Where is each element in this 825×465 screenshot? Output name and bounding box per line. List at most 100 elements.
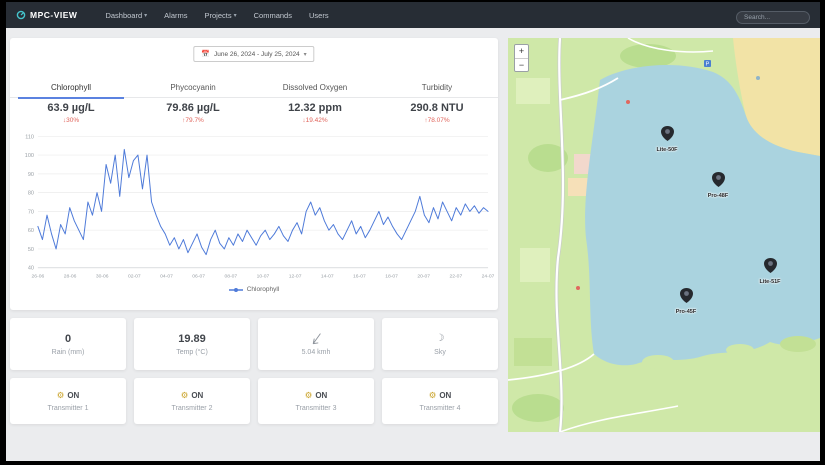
tab-chlorophyll[interactable]: Chlorophyll xyxy=(10,78,132,98)
svg-text:22-07: 22-07 xyxy=(450,274,463,280)
metric-values: 63.9 µg/L ↓30% 79.86 µg/L ↑79.7% 12.32 p… xyxy=(10,102,498,124)
buoy-marker-pro-48f[interactable]: Pro-48F xyxy=(696,172,740,199)
transmitter-1-card: ⚙ ON Transmitter 1 xyxy=(10,378,126,424)
svg-text:P: P xyxy=(706,62,710,68)
svg-text:20-07: 20-07 xyxy=(417,274,430,280)
buoy-marker-pro-45f[interactable]: Pro-45F xyxy=(664,288,708,315)
svg-text:14-07: 14-07 xyxy=(321,274,334,280)
transmitter-status-text: ON xyxy=(315,391,327,400)
gear-icon: ⚙ xyxy=(57,390,65,401)
zoom-out-button[interactable]: − xyxy=(515,58,528,71)
svg-text:06-07: 06-07 xyxy=(192,274,205,280)
chevron-down-icon: ▾ xyxy=(144,12,147,19)
buoy-marker-lite-51f[interactable]: Lite-51F xyxy=(748,258,792,285)
buoy-icon xyxy=(680,288,693,303)
svg-text:02-07: 02-07 xyxy=(128,274,141,280)
svg-text:70: 70 xyxy=(28,209,34,215)
nav-item-dashboard[interactable]: Dashboard ▾ xyxy=(105,11,147,20)
transmitter-3-card: ⚙ ON Transmitter 3 xyxy=(258,378,374,424)
nav-item-commands[interactable]: Commands xyxy=(254,11,292,20)
svg-text:90: 90 xyxy=(28,172,34,178)
svg-text:10-07: 10-07 xyxy=(257,274,270,280)
metric-delta: ↓19.42% xyxy=(254,117,376,124)
map-panel[interactable]: P + − Lite-50F Pro-48F xyxy=(508,38,820,432)
metric-value: 290.8 NTU xyxy=(376,102,498,114)
transmitter-status-text: ON xyxy=(191,391,203,400)
wind-arrow-icon xyxy=(310,332,323,345)
nav-item-projects[interactable]: Projects ▾ xyxy=(205,11,237,20)
date-range-picker[interactable]: 📅 June 26, 2024 - July 25, 2024 ▾ xyxy=(193,46,314,62)
buoy-icon xyxy=(661,126,674,141)
buoy-marker-lite-50f[interactable]: Lite-50F xyxy=(645,126,689,153)
metric-tabs: Chlorophyll Phycocyanin Dissolved Oxygen… xyxy=(10,78,498,98)
nav-item-label: Dashboard xyxy=(105,11,142,20)
transmitter-status-text: ON xyxy=(67,391,79,400)
svg-text:110: 110 xyxy=(25,134,34,140)
metric-delta: ↑78.07% xyxy=(376,117,498,124)
transmitter-label: Transmitter 4 xyxy=(420,405,461,412)
tab-dissolved-oxygen[interactable]: Dissolved Oxygen xyxy=(254,78,376,98)
map-zoom-control: + − xyxy=(514,44,529,72)
sky-card: ☽ Sky xyxy=(382,318,498,370)
buoy-label: Lite-50F xyxy=(645,147,689,153)
transmitter-cards: ⚙ ON Transmitter 1 ⚙ ON Transmitter 2 ⚙ … xyxy=(10,378,498,424)
svg-text:80: 80 xyxy=(28,191,34,197)
gear-icon: ⚙ xyxy=(429,390,437,401)
buoy-icon xyxy=(764,258,777,273)
sky-label: Sky xyxy=(434,349,446,356)
rain-value: 0 xyxy=(65,333,71,345)
transmitter-label: Transmitter 2 xyxy=(172,405,213,412)
metric-value: 79.86 µg/L xyxy=(132,102,254,114)
wind-card: 5.04 kmh xyxy=(258,318,374,370)
transmitter-2-card: ⚙ ON Transmitter 2 xyxy=(134,378,250,424)
zoom-in-button[interactable]: + xyxy=(515,45,528,58)
svg-text:16-07: 16-07 xyxy=(353,274,366,280)
svg-text:26-06: 26-06 xyxy=(32,274,45,280)
temp-label: Temp (°C) xyxy=(176,349,208,356)
top-navbar: MPC-VIEW Dashboard ▾ Alarms Projects ▾ C… xyxy=(6,2,820,28)
chevron-down-icon: ▾ xyxy=(304,51,307,58)
gear-icon: ⚙ xyxy=(181,390,189,401)
svg-text:50: 50 xyxy=(28,247,34,253)
search-box xyxy=(736,6,810,24)
legend-label: Chlorophyll xyxy=(247,286,280,293)
metric-value: 63.9 µg/L xyxy=(10,102,132,114)
svg-text:60: 60 xyxy=(28,228,34,234)
date-range-label: June 26, 2024 - July 25, 2024 xyxy=(214,51,300,58)
transmitter-label: Transmitter 3 xyxy=(296,405,337,412)
brand[interactable]: MPC-VIEW xyxy=(16,10,77,20)
svg-text:28-06: 28-06 xyxy=(64,274,77,280)
wind-label: 5.04 kmh xyxy=(302,349,331,356)
metric-delta: ↑79.7% xyxy=(132,117,254,124)
nav-item-users[interactable]: Users xyxy=(309,11,329,20)
nav-item-alarms[interactable]: Alarms xyxy=(164,11,187,20)
app-window: MPC-VIEW Dashboard ▾ Alarms Projects ▾ C… xyxy=(6,2,820,461)
tab-phycocyanin[interactable]: Phycocyanin xyxy=(132,78,254,98)
chart-legend-chlorophyll[interactable]: Chlorophyll xyxy=(10,286,498,293)
svg-text:40: 40 xyxy=(28,266,34,272)
rain-label: Rain (mm) xyxy=(52,349,85,356)
nav-item-label: Alarms xyxy=(164,11,187,20)
calendar-icon: 📅 xyxy=(201,50,210,58)
chart-canvas: 40 50 60 70 80 90 100 110 26-06 28-06 30-06 02-07 04… xyxy=(14,130,494,282)
chevron-down-icon: ▾ xyxy=(234,12,237,19)
svg-text:30-06: 30-06 xyxy=(96,274,109,280)
time-series-chart: 40 50 60 70 80 90 100 110 26-06 28-06 30-06 02-07 04… xyxy=(14,130,494,282)
temp-value: 19.89 xyxy=(178,333,206,345)
temp-card: 19.89 Temp (°C) xyxy=(134,318,250,370)
brand-logo-icon xyxy=(16,10,26,20)
legend-line-icon xyxy=(229,287,243,293)
metric-turbidity: 290.8 NTU ↑78.07% xyxy=(376,102,498,124)
tab-turbidity[interactable]: Turbidity xyxy=(376,78,498,98)
nav-menu: Dashboard ▾ Alarms Projects ▾ Commands U… xyxy=(105,11,328,20)
svg-text:04-07: 04-07 xyxy=(160,274,173,280)
transmitter-4-card: ⚙ ON Transmitter 4 xyxy=(382,378,498,424)
transmitter-status: ⚙ ON xyxy=(429,390,452,401)
svg-text:100: 100 xyxy=(25,153,34,159)
metric-value: 12.32 ppm xyxy=(254,102,376,114)
weather-cards: 0 Rain (mm) 19.89 Temp (°C) 5.04 kmh ☽ S… xyxy=(10,318,498,370)
search-input[interactable] xyxy=(736,11,810,24)
nav-item-label: Commands xyxy=(254,11,292,20)
metric-delta: ↓30% xyxy=(10,117,132,124)
rain-card: 0 Rain (mm) xyxy=(10,318,126,370)
